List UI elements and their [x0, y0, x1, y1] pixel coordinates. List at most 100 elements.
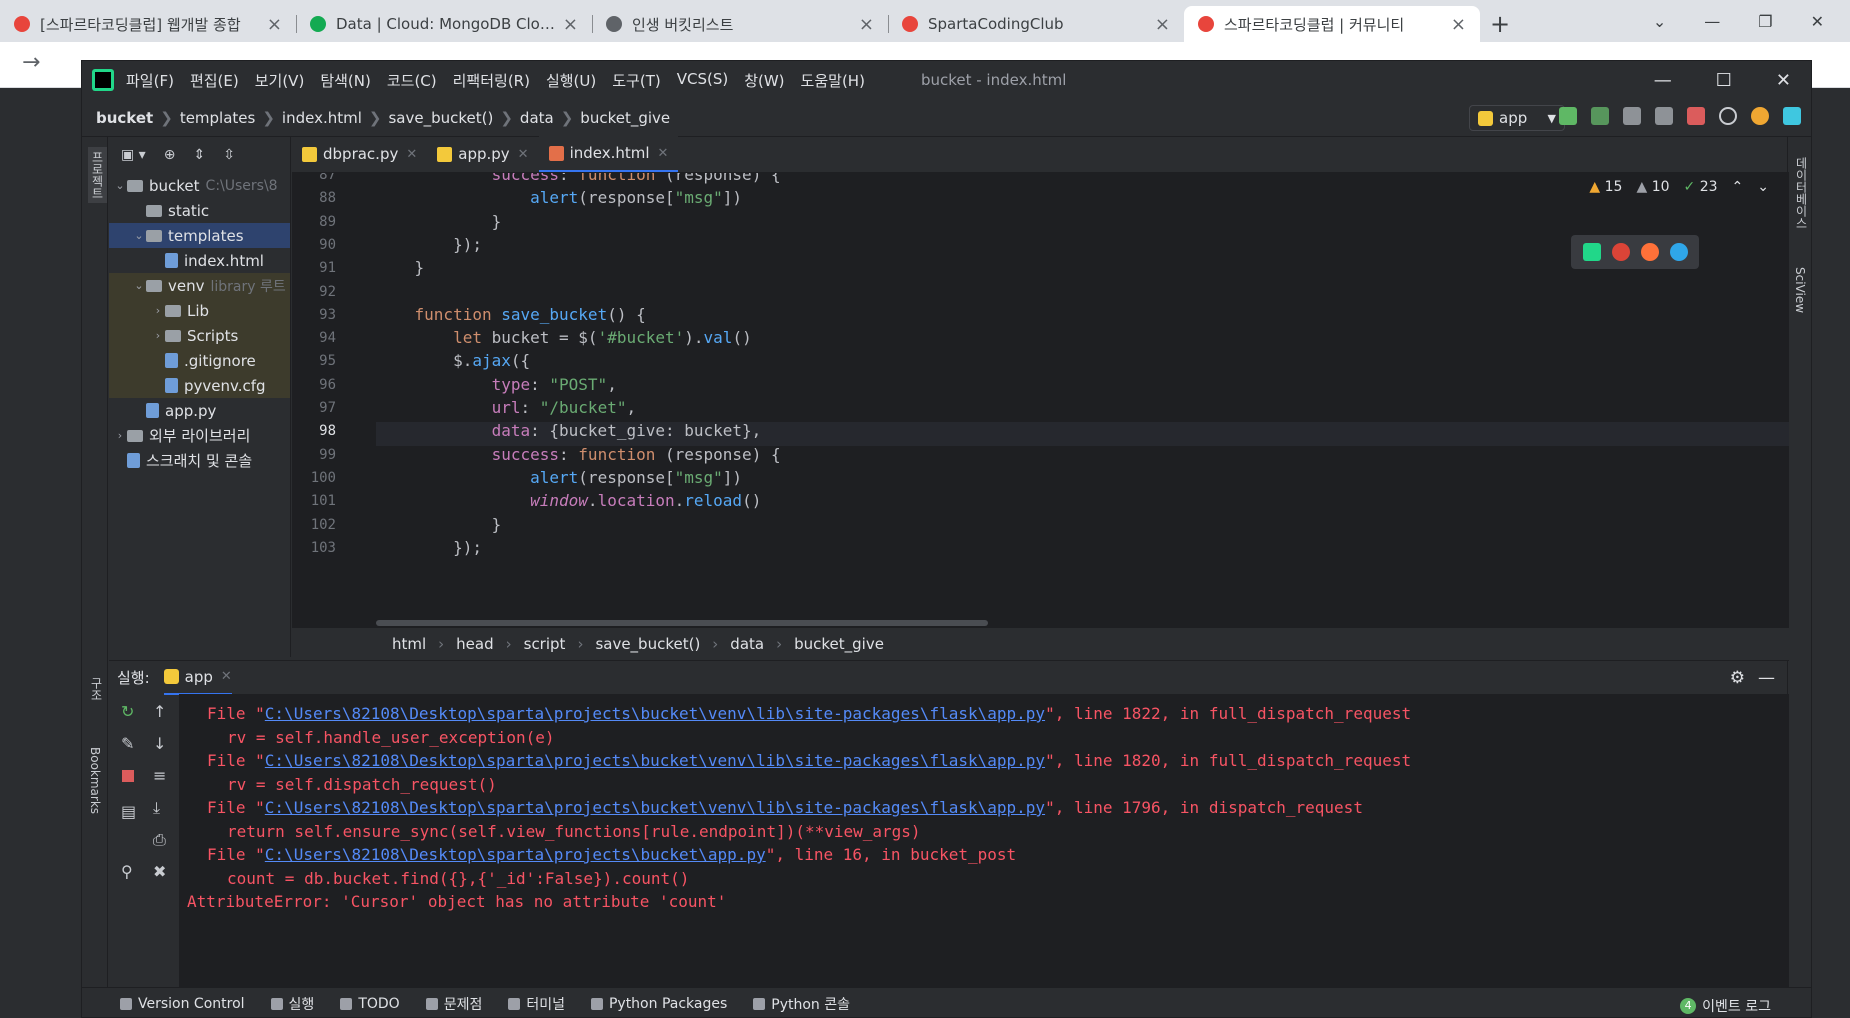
- jetbrains-icon[interactable]: [1783, 107, 1801, 125]
- inspection-widget[interactable]: ▲ 15 ▲ 10 ✓ 23 ⌃ ⌄: [1589, 179, 1769, 195]
- stop-icon[interactable]: [1687, 107, 1705, 125]
- soft-wrap-icon[interactable]: ≡: [153, 766, 166, 785]
- scroll-to-end-icon[interactable]: ⤓: [153, 798, 160, 818]
- menu-item[interactable]: 창(W): [744, 70, 784, 91]
- browser-tab[interactable]: 스파르타코딩클럽 | 커뮤니티 ×: [1184, 6, 1480, 42]
- close-tab-icon[interactable]: ×: [1451, 14, 1466, 35]
- close-icon[interactable]: ✕: [1811, 12, 1824, 31]
- chrome-icon[interactable]: [1611, 243, 1630, 261]
- debug-icon[interactable]: [1591, 107, 1609, 125]
- new-tab-button[interactable]: +: [1480, 6, 1520, 42]
- breadcrumb-item[interactable]: bucket: [96, 109, 153, 127]
- close-tab-icon[interactable]: ×: [1155, 14, 1170, 35]
- chevron-right-icon[interactable]: ›: [151, 304, 165, 317]
- breadcrumb-item[interactable]: ❯ bucket_give: [554, 109, 670, 127]
- wrench-icon[interactable]: ✎: [121, 734, 134, 753]
- collapse-all-icon[interactable]: ⇳: [223, 147, 235, 163]
- close-tab-icon[interactable]: ✕: [406, 147, 417, 162]
- tool-window-button[interactable]: Version Control: [120, 994, 245, 1014]
- locate-icon[interactable]: ⊕: [164, 147, 176, 163]
- project-tool-button[interactable]: 프로젝트: [88, 147, 107, 203]
- database-tool-button[interactable]: 데이터베이스: [1793, 157, 1810, 229]
- browser-tab[interactable]: 인생 버킷리스트 ×: [592, 6, 888, 42]
- sciview-tool-button[interactable]: SciView: [1793, 267, 1807, 313]
- tool-window-button[interactable]: 문제점: [425, 994, 482, 1014]
- tree-item[interactable]: static: [109, 198, 290, 223]
- chevron-right-icon[interactable]: ›: [151, 329, 165, 342]
- tree-item[interactable]: › 외부 라이브러리: [109, 423, 290, 448]
- hide-icon[interactable]: —: [1758, 668, 1775, 688]
- gear-icon[interactable]: ⚙: [1730, 668, 1745, 688]
- restore-icon[interactable]: ❐: [1758, 12, 1772, 31]
- menu-item[interactable]: 도구(T): [612, 70, 660, 91]
- menu-item[interactable]: 보기(V): [255, 70, 305, 91]
- tab-search-icon[interactable]: ⌄: [1653, 12, 1666, 31]
- structure-tool-button[interactable]: 구조: [88, 677, 105, 701]
- tree-item[interactable]: › Scripts: [109, 323, 290, 348]
- menu-item[interactable]: 편집(E): [190, 70, 239, 91]
- editor-breadcrumb-item[interactable]: save_bucket(): [595, 635, 700, 653]
- menu-item[interactable]: 파일(F): [126, 70, 174, 91]
- file-link[interactable]: C:\Users\82108\Desktop\sparta\projects\b…: [265, 751, 1045, 770]
- down-icon[interactable]: ↓: [153, 734, 166, 753]
- breadcrumb-item[interactable]: ❯ templates: [153, 109, 255, 127]
- update-icon[interactable]: [1751, 107, 1769, 125]
- close-tab-icon[interactable]: ✕: [518, 147, 529, 162]
- close-tab-icon[interactable]: ×: [859, 14, 874, 35]
- editor-breadcrumb-item[interactable]: data: [730, 635, 764, 653]
- ide-maximize-icon[interactable]: ☐: [1716, 70, 1732, 91]
- chevron-down-icon[interactable]: ⌄: [132, 229, 146, 242]
- menu-item[interactable]: 도움말(H): [801, 70, 865, 91]
- ide-minimize-icon[interactable]: —: [1654, 70, 1672, 91]
- edge-icon[interactable]: [1669, 243, 1688, 261]
- tree-item[interactable]: ⌄ venv library 루트: [109, 273, 290, 298]
- print-icon[interactable]: ⎙: [153, 830, 166, 850]
- browser-tab[interactable]: [스파르타코딩클럽] 웹개발 종합 ×: [0, 6, 296, 42]
- run-console[interactable]: File "C:\Users\82108\Desktop\sparta\proj…: [179, 694, 1789, 987]
- chevron-down-icon[interactable]: ⌄: [113, 179, 127, 192]
- breadcrumb-item[interactable]: ❯ index.html: [255, 109, 362, 127]
- tool-window-button[interactable]: Python Packages: [590, 994, 727, 1014]
- horizontal-scrollbar[interactable]: [376, 620, 988, 626]
- breadcrumb-item[interactable]: ❯ data: [493, 109, 553, 127]
- pin-icon[interactable]: ⚲: [121, 862, 133, 881]
- menu-item[interactable]: VCS(S): [677, 70, 728, 91]
- expand-all-icon[interactable]: ⇕: [193, 147, 205, 163]
- code-editor[interactable]: 87 88 89 90 91 92 93 94 95 96 97 98 99 100 101 102 103 s…: [292, 173, 1789, 628]
- coverage-icon[interactable]: [1623, 107, 1641, 125]
- view-select-icon[interactable]: ▣ ▾: [121, 147, 146, 163]
- firefox-icon[interactable]: [1640, 243, 1659, 261]
- tree-item[interactable]: ⌄ templates: [109, 223, 290, 248]
- tree-item[interactable]: app.py: [109, 398, 290, 423]
- event-log-button[interactable]: 4 이벤트 로그: [1680, 996, 1771, 1016]
- profile-icon[interactable]: [1655, 107, 1673, 125]
- tool-window-button[interactable]: TODO: [340, 994, 400, 1014]
- close-tab-icon[interactable]: ×: [267, 14, 282, 35]
- editor-tab[interactable]: index.html ✕: [538, 136, 679, 172]
- rerun-icon[interactable]: ↻: [121, 702, 134, 721]
- trash-icon[interactable]: ✖: [153, 862, 166, 881]
- menu-item[interactable]: 실행(U): [546, 70, 596, 91]
- menu-item[interactable]: 코드(C): [387, 70, 437, 91]
- tree-item[interactable]: › Lib: [109, 298, 290, 323]
- run-config-select[interactable]: app ▼: [1469, 105, 1565, 131]
- run-tab-app[interactable]: app ✕: [163, 661, 232, 695]
- close-tab-icon[interactable]: ✕: [221, 669, 232, 684]
- stop-icon[interactable]: [122, 770, 134, 782]
- editor-tab[interactable]: app.py ✕: [427, 136, 538, 172]
- back-icon[interactable]: →: [22, 50, 40, 75]
- browser-tab[interactable]: Data | Cloud: MongoDB Cloud ×: [296, 6, 592, 42]
- tree-item[interactable]: ⌄ bucket C:\Users\8: [109, 173, 290, 198]
- browser-tab[interactable]: SpartaCodingClub ×: [888, 6, 1184, 42]
- file-link[interactable]: C:\Users\82108\Desktop\sparta\projects\b…: [265, 798, 1045, 817]
- chevron-down-icon[interactable]: ⌄: [132, 279, 146, 292]
- pycharm-browser-icon[interactable]: [1582, 243, 1601, 261]
- chevron-right-icon[interactable]: ›: [113, 429, 127, 442]
- editor-breadcrumb-item[interactable]: head: [456, 635, 493, 653]
- tool-window-button[interactable]: 터미널: [508, 994, 565, 1014]
- menu-item[interactable]: 탐색(N): [320, 70, 371, 91]
- tool-window-button[interactable]: 실행: [270, 994, 314, 1014]
- tool-window-button[interactable]: Python 콘솔: [753, 994, 850, 1014]
- file-link[interactable]: C:\Users\82108\Desktop\sparta\projects\b…: [265, 845, 766, 864]
- tree-item[interactable]: .gitignore: [109, 348, 290, 373]
